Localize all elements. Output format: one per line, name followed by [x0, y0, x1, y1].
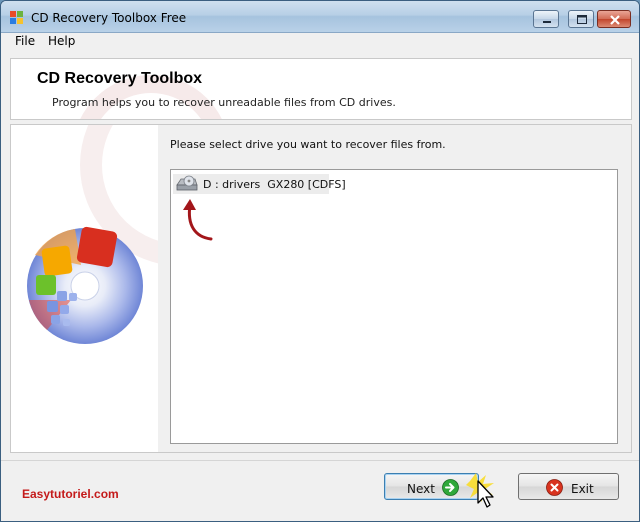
- app-window: CD Recovery Toolbox Free File Help CD Re…: [0, 0, 640, 522]
- list-item[interactable]: D : drivers GX280 [CDFS]: [173, 174, 346, 194]
- menu-help[interactable]: Help: [48, 34, 75, 48]
- close-circle-icon: [546, 479, 563, 496]
- maximize-button[interactable]: [568, 10, 594, 28]
- annotation-arrow-icon: [183, 199, 213, 241]
- background-logo-icon: [80, 75, 222, 119]
- side-illustration-panel: [10, 124, 159, 453]
- main-panel: Please select drive you want to recover …: [158, 124, 632, 453]
- close-button[interactable]: [597, 10, 631, 28]
- page-subtitle: Program helps you to recover unreadable …: [52, 96, 396, 109]
- exit-button-label: Exit: [571, 482, 594, 496]
- footer-divider: [1, 460, 639, 461]
- drive-label: D : drivers GX280 [CDFS]: [203, 178, 346, 191]
- drive-prompt: Please select drive you want to recover …: [170, 138, 446, 151]
- cd-toolbox-logo-icon: [27, 125, 158, 344]
- header-banner: CD Recovery Toolbox Program helps you to…: [10, 58, 632, 120]
- next-button-label: Next: [407, 482, 435, 496]
- next-button[interactable]: Next: [384, 473, 479, 500]
- arrow-right-icon: [442, 479, 459, 496]
- mouse-cursor-icon: [466, 473, 494, 508]
- windows-logo-icon: [10, 11, 23, 24]
- cd-drive-icon: [176, 175, 198, 191]
- exit-button[interactable]: Exit: [518, 473, 619, 500]
- watermark-text: Easytutoriel.com: [22, 487, 119, 501]
- window-title: CD Recovery Toolbox Free: [31, 11, 187, 25]
- maximize-icon: [577, 15, 587, 24]
- menu-bar: File Help: [1, 33, 639, 50]
- minimize-icon: [543, 21, 551, 23]
- close-icon: [610, 15, 620, 25]
- title-bar[interactable]: CD Recovery Toolbox Free: [1, 1, 639, 33]
- minimize-button[interactable]: [533, 10, 559, 28]
- page-title: CD Recovery Toolbox: [37, 70, 203, 87]
- drive-list[interactable]: D : drivers GX280 [CDFS]: [170, 169, 618, 444]
- menu-file[interactable]: File: [15, 34, 35, 48]
